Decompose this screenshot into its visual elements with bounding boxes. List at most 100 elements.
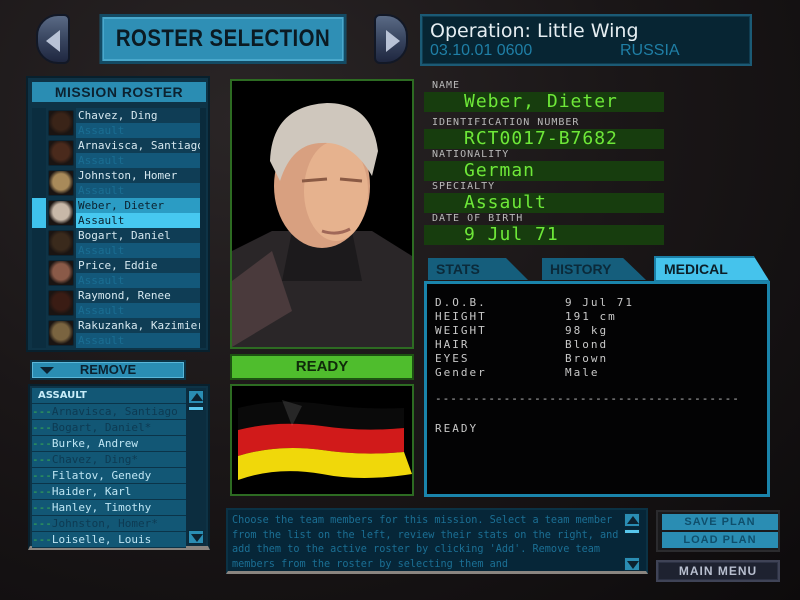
field-label: NATIONALITY	[432, 149, 510, 160]
roster-item[interactable]: Rakuzanka, Kazimier Assault	[32, 318, 206, 348]
tree-connector: ---	[32, 469, 52, 482]
list-item[interactable]: ---Chavez, Ding*	[32, 452, 186, 468]
medical-value: 9 Jul 71	[565, 296, 634, 309]
operation-title: Operation: Little Wing	[430, 20, 639, 42]
selection-indicator	[32, 228, 46, 258]
operative-name: Loiselle, Louis	[51, 533, 152, 546]
roster-item-specialty: Assault	[76, 213, 204, 228]
mission-roster-list: Chavez, Ding Assault Arnavisca, Santiago As…	[32, 108, 206, 348]
avatar	[48, 320, 74, 346]
medical-value: 98 kg	[565, 324, 609, 337]
field-value: Assault	[424, 193, 664, 213]
list-item[interactable]: ---Burke, Andrew	[32, 436, 186, 452]
medical-row: EYES Brown	[435, 352, 608, 366]
avatar	[48, 230, 74, 256]
field-value: Weber, Dieter	[424, 92, 664, 112]
instructions-scrollbar[interactable]	[622, 513, 642, 571]
roster-item-specialty: Assault	[76, 183, 204, 198]
operative-name: Chavez, Ding*	[51, 453, 138, 466]
medical-value: Male	[565, 366, 600, 379]
roster-item-name: Bogart, Daniel	[76, 228, 204, 243]
remove-button-label: REMOVE	[79, 362, 137, 377]
list-item[interactable]: ---Filatov, Genedy	[32, 468, 186, 484]
load-plan-button[interactable]: LOAD PLAN	[662, 532, 778, 548]
list-item[interactable]: ---Johnston, Homer*	[32, 516, 186, 532]
scroll-down-button[interactable]	[188, 530, 204, 544]
selection-indicator	[32, 318, 46, 348]
field-value: 9 Jul 71	[424, 225, 664, 245]
field-label: DATE OF BIRTH	[432, 213, 524, 224]
roster-item[interactable]: Price, Eddie Assault	[32, 258, 206, 288]
category-header: ASSAULT	[32, 388, 186, 404]
scroll-up-button[interactable]	[624, 513, 640, 527]
roster-item-specialty: Assault	[76, 243, 204, 258]
list-item[interactable]: ---Hanley, Timothy	[32, 500, 186, 516]
page-title: ROSTER SELECTION	[99, 14, 347, 64]
roster-item[interactable]: Raymond, Renee Assault	[32, 288, 206, 318]
remove-button[interactable]: REMOVE	[30, 360, 186, 380]
available-scrollbar[interactable]	[186, 388, 206, 546]
roster-scrollbar[interactable]	[200, 108, 206, 348]
field-label: IDENTIFICATION NUMBER	[432, 117, 580, 128]
scroll-up-button[interactable]	[188, 390, 204, 404]
scroll-thumb[interactable]	[188, 406, 204, 411]
portrait-image	[232, 81, 412, 347]
medical-key: Gender	[435, 366, 487, 379]
tab-history[interactable]: HISTORY	[542, 258, 646, 280]
operative-name: Bogart, Daniel*	[51, 421, 152, 434]
arrow-up-icon	[627, 516, 639, 524]
roster-item[interactable]: Weber, Dieter Assault	[32, 198, 206, 228]
divider: ----------------------------------------	[435, 392, 740, 405]
available-operatives-list: ASSAULT ---Arnavisca, Santiago ---Bogart,…	[32, 388, 186, 548]
list-item[interactable]: ---Bogart, Daniel*	[32, 420, 186, 436]
roster-item[interactable]: Arnavisca, Santiago Assault	[32, 138, 206, 168]
medical-key: EYES	[435, 352, 470, 365]
avatar	[48, 140, 74, 166]
main-menu-button[interactable]: MAIN MENU	[656, 560, 780, 582]
roster-item-name: Price, Eddie	[76, 258, 204, 273]
medical-row: WEIGHT 98 kg	[435, 324, 608, 338]
save-plan-button[interactable]: SAVE PLAN	[662, 514, 778, 530]
operation-info: Operation: Little Wing 03.10.01 0600 RUS…	[420, 14, 752, 66]
tree-connector: ---	[32, 421, 52, 434]
list-item[interactable]: ---Haider, Karl	[32, 484, 186, 500]
roster-item-name: Weber, Dieter	[76, 198, 204, 213]
next-screen-button[interactable]	[374, 14, 408, 64]
roster-item[interactable]: Bogart, Daniel Assault	[32, 228, 206, 258]
selection-indicator	[32, 258, 46, 288]
medical-key: HAIR	[435, 338, 470, 351]
medical-value: Brown	[565, 352, 609, 365]
scroll-thumb[interactable]	[624, 529, 640, 534]
medical-row: D.O.B. 9 Jul 71	[435, 296, 634, 310]
arrow-up-icon	[191, 393, 203, 401]
triangle-left-icon	[46, 30, 60, 52]
tab-medical[interactable]: MEDICAL	[654, 256, 770, 282]
avatar	[48, 170, 74, 196]
instructions-text: Choose the team members for this mission…	[232, 515, 619, 570]
list-item[interactable]: ---Loiselle, Louis	[32, 532, 186, 548]
arrow-down-icon	[627, 561, 639, 569]
nationality-flag	[230, 384, 414, 496]
previous-screen-button[interactable]	[36, 14, 70, 64]
avatar	[48, 110, 74, 136]
tree-connector: ---	[32, 533, 52, 546]
tab-stats[interactable]: STATS	[428, 258, 528, 280]
tree-connector: ---	[32, 453, 52, 466]
tree-connector: ---	[32, 405, 52, 418]
roster-item-name: Johnston, Homer	[76, 168, 204, 183]
medical-key: WEIGHT	[435, 324, 487, 337]
roster-item[interactable]: Johnston, Homer Assault	[32, 168, 206, 198]
operative-name: Johnston, Homer*	[51, 517, 158, 530]
roster-item[interactable]: Chavez, Ding Assault	[32, 108, 206, 138]
list-item[interactable]: ---Arnavisca, Santiago	[32, 404, 186, 420]
selection-indicator	[32, 168, 46, 198]
operative-name: Filatov, Genedy	[51, 469, 152, 482]
medical-status: READY	[435, 422, 479, 435]
selection-indicator	[32, 108, 46, 138]
roster-item-specialty: Assault	[76, 333, 204, 348]
scroll-down-button[interactable]	[624, 557, 640, 571]
operative-name: Burke, Andrew	[51, 437, 138, 450]
tree-connector: ---	[32, 437, 52, 450]
selection-indicator	[32, 288, 46, 318]
operative-name: Hanley, Timothy	[51, 501, 152, 514]
